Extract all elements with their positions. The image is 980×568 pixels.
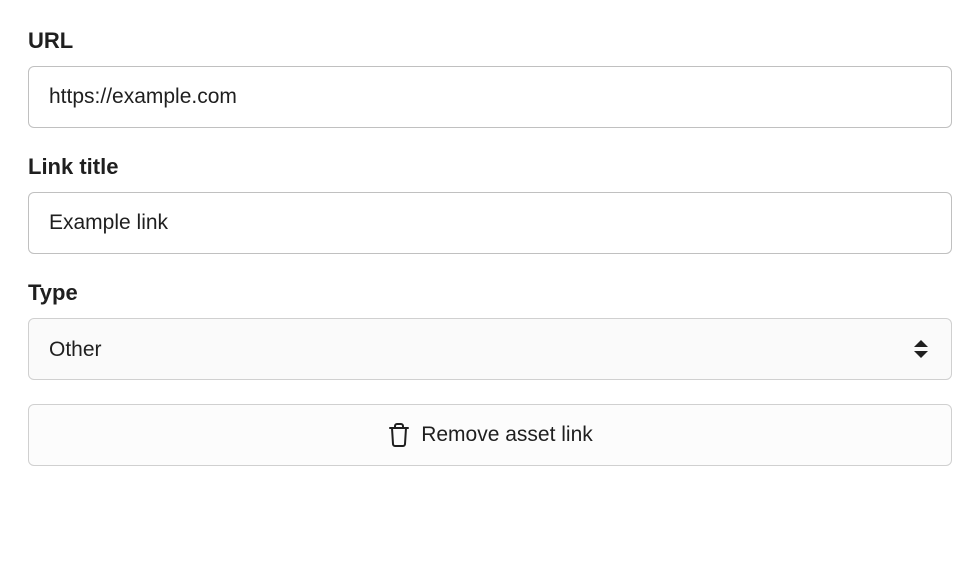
type-field-group: Type Other bbox=[28, 280, 952, 380]
type-label: Type bbox=[28, 280, 952, 306]
remove-button-label: Remove asset link bbox=[421, 423, 593, 447]
url-field-group: URL bbox=[28, 28, 952, 128]
type-select-wrapper: Other bbox=[28, 318, 952, 380]
url-label: URL bbox=[28, 28, 952, 54]
link-title-label: Link title bbox=[28, 154, 952, 180]
trash-icon bbox=[387, 422, 411, 448]
type-select[interactable]: Other bbox=[28, 318, 952, 380]
remove-asset-link-button[interactable]: Remove asset link bbox=[28, 404, 952, 466]
url-input[interactable] bbox=[28, 66, 952, 128]
link-title-field-group: Link title bbox=[28, 154, 952, 254]
link-title-input[interactable] bbox=[28, 192, 952, 254]
